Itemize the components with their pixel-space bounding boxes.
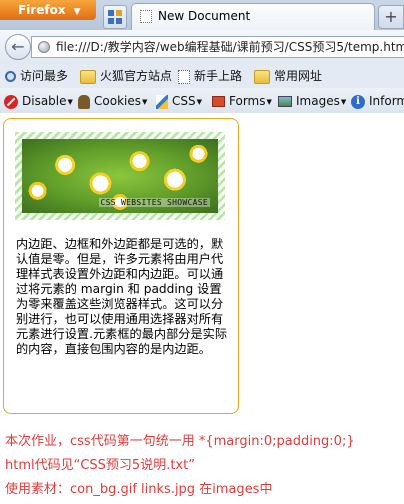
- url-text: file:///D:/教学内容/web编程基础/课前预习/CSS预习5/temp…: [56, 40, 404, 54]
- bookmark-label: 访问最多: [20, 69, 69, 83]
- chevron-down-icon: ▼: [340, 97, 347, 106]
- webdev-images-menu[interactable]: Images▼: [278, 92, 346, 110]
- webdev-label: Forms: [229, 94, 266, 108]
- note-line: html代码见“CSS预习5说明.txt”: [5, 458, 195, 473]
- tab-title: New Document: [158, 9, 251, 23]
- cookie-icon: [78, 94, 90, 109]
- chevron-down-icon: ▼: [266, 97, 272, 106]
- firefox-menu-button[interactable]: Firefox ▼: [0, 0, 96, 20]
- webdev-cookies-menu[interactable]: Cookies▼: [78, 92, 147, 110]
- page-icon: [140, 10, 152, 23]
- description-text: 内边距、边框和外边距都是可选的，默认值是零。但是，许多元素将由用户代理样式表设置…: [16, 237, 228, 356]
- bookmark-label: 火狐官方站点: [100, 69, 173, 83]
- bookmark-label: 新手上路: [194, 69, 243, 83]
- css-icon: [156, 94, 168, 109]
- note-line: 本次作业，css代码第一句统一用 *{margin:0;padding:0;}: [5, 434, 355, 449]
- disable-icon: [4, 94, 18, 109]
- tab-groups-icon: [108, 10, 122, 24]
- daisy-banner-image: CSS WEBSITES SHOWCASE: [22, 139, 218, 213]
- webdev-css-menu[interactable]: CSS▼: [156, 92, 202, 110]
- bookmark-common-sites[interactable]: 常用网址: [254, 67, 322, 85]
- bookmark-label: 常用网址: [274, 69, 323, 83]
- info-icon: i: [351, 94, 365, 109]
- back-button[interactable]: ←: [5, 34, 31, 60]
- banner: CSS WEBSITES SHOWCASE: [15, 132, 225, 220]
- webdev-disable-menu[interactable]: Disable▼: [4, 92, 73, 110]
- chevron-down-icon: ▼: [67, 97, 73, 106]
- back-arrow-icon: ←: [11, 37, 25, 56]
- browser-chrome: Firefox ▼ New Document + ← file:///D:/教学内…: [0, 0, 404, 113]
- navigation-bar: ← file:///D:/教学内容/web编程基础/课前预习/CSS预习5/te…: [0, 30, 404, 64]
- note-line: 使用素材：con_bg.gif links.jpg 在images中: [5, 482, 273, 497]
- chevron-down-icon: ▼: [141, 97, 148, 106]
- images-icon: [278, 96, 292, 107]
- assignment-notes: 本次作业，css代码第一句统一用 *{margin:0;padding:0;} …: [5, 430, 404, 502]
- chevron-down-icon: ▼: [73, 7, 81, 17]
- forms-icon: [212, 96, 225, 107]
- bookmarks-toolbar: 访问最多 火狐官方站点 新手上路 常用网址: [0, 64, 404, 88]
- banner-caption: CSS WEBSITES SHOWCASE: [98, 198, 210, 207]
- tab-groups-button[interactable]: [103, 5, 127, 29]
- web-developer-toolbar: Disable▼ Cookies▼ CSS▼ Forms▼ Images▼ iI…: [0, 88, 404, 113]
- webdev-label: Inform: [369, 94, 404, 108]
- folder-icon: [80, 69, 96, 84]
- bookmark-most-visited[interactable]: 访问最多: [5, 67, 68, 85]
- tab-new-document[interactable]: New Document: [131, 3, 375, 30]
- webdev-label: Disable: [22, 94, 67, 108]
- new-tab-button[interactable]: +: [378, 5, 404, 29]
- webdev-label: Cookies: [94, 94, 141, 108]
- chevron-down-icon: ▼: [196, 97, 203, 106]
- bookmark-getting-started[interactable]: 新手上路: [178, 67, 242, 85]
- globe-icon: [38, 41, 50, 53]
- tab-strip: Firefox ▼ New Document +: [0, 0, 404, 30]
- webdev-label: Images: [296, 94, 340, 108]
- firefox-menu-label: Firefox: [18, 3, 66, 17]
- page-icon: [178, 69, 190, 84]
- bookmark-firefox-site[interactable]: 火狐官方站点: [80, 67, 172, 85]
- webdev-label: CSS: [172, 94, 196, 108]
- webdev-forms-menu[interactable]: Forms▼: [212, 92, 272, 110]
- webdev-information-menu[interactable]: i Inform: [351, 92, 404, 110]
- url-bar[interactable]: file:///D:/教学内容/web编程基础/课前预习/CSS预习5/temp…: [31, 36, 404, 58]
- content-box: CSS WEBSITES SHOWCASE 内边距、边框和外边距都是可选的，默认…: [3, 118, 239, 414]
- page-content: CSS WEBSITES SHOWCASE 内边距、边框和外边距都是可选的，默认…: [0, 114, 404, 504]
- folder-icon: [254, 69, 270, 84]
- search-icon: [5, 71, 16, 82]
